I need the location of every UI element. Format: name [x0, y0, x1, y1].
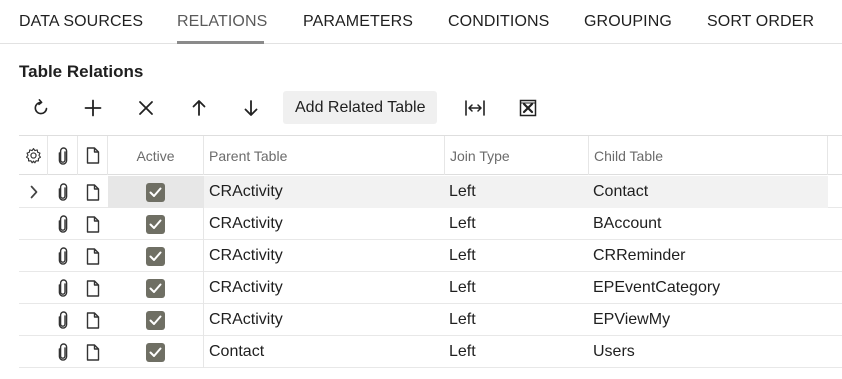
paperclip-icon [58, 146, 67, 165]
active-checkbox[interactable] [146, 278, 165, 298]
row-attachment-paperclip-icon[interactable] [48, 336, 78, 368]
add-related-table-button[interactable]: Add Related Table [283, 91, 438, 124]
tab-grouping[interactable]: GROUPING [584, 13, 672, 31]
table-row[interactable]: CRActivity Left CRReminder [19, 240, 842, 272]
arrow-up-icon [192, 100, 206, 116]
row-selector-chevron-icon[interactable] [19, 176, 49, 208]
table-row[interactable]: CRActivity Left BAccount [19, 208, 842, 240]
join-type-cell[interactable]: Left [449, 304, 476, 336]
toolbar: Add Related Table [0, 91, 842, 125]
active-checkbox[interactable] [146, 310, 165, 330]
table-row[interactable]: CRActivity Left Contact [19, 176, 842, 208]
active-cell [108, 272, 204, 304]
join-type-cell[interactable]: Left [449, 272, 476, 304]
child-table-cell[interactable]: Users [593, 336, 635, 368]
table-row[interactable]: Contact Left Users [19, 336, 842, 368]
row-attachment-paperclip-icon[interactable] [48, 240, 78, 272]
join-type-cell[interactable]: Left [449, 208, 476, 240]
join-type-cell[interactable]: Left [449, 240, 476, 272]
row-attachment-paperclip-icon[interactable] [48, 272, 78, 304]
active-cell [108, 336, 204, 368]
table-row[interactable]: CRActivity Left EPViewMy [19, 304, 842, 336]
join-type-cell[interactable]: Left [449, 176, 476, 208]
refresh-button[interactable] [24, 91, 58, 125]
export-excel-button[interactable] [511, 91, 545, 125]
excel-export-icon [519, 99, 537, 117]
row-attachment-paperclip-icon[interactable] [48, 304, 78, 336]
active-tab-indicator [177, 41, 264, 44]
active-checkbox[interactable] [146, 342, 165, 362]
active-checkbox[interactable] [146, 214, 165, 234]
section-title: Table Relations [19, 62, 144, 81]
join-type-cell[interactable]: Left [449, 336, 476, 368]
child-table-cell[interactable]: EPViewMy [593, 304, 670, 336]
tab-sort-order[interactable]: SORT ORDER [707, 13, 814, 31]
arrow-down-icon [244, 100, 258, 116]
parent-table-cell[interactable]: CRActivity [209, 240, 283, 272]
gear-icon [25, 147, 41, 164]
tab-conditions[interactable]: CONDITIONS [448, 13, 549, 31]
child-table-cell[interactable]: BAccount [593, 208, 661, 240]
active-checkbox[interactable] [146, 246, 165, 266]
move-up-button[interactable] [182, 91, 216, 125]
column-header-active[interactable]: Active [108, 136, 204, 175]
grid-header: Active Parent Table Join Type Child Tabl… [19, 135, 842, 175]
row-note-document-icon[interactable] [78, 240, 108, 272]
active-cell [108, 208, 204, 240]
row-note-document-icon[interactable] [78, 208, 108, 240]
child-table-cell[interactable]: EPEventCategory [593, 272, 720, 304]
fit-columns-button[interactable] [458, 91, 492, 125]
column-settings[interactable] [19, 136, 48, 175]
parent-table-cell[interactable]: CRActivity [209, 304, 283, 336]
add-related-table-label: Add Related Table [295, 98, 426, 116]
document-icon [86, 147, 99, 164]
close-icon [139, 101, 153, 115]
tab-data-sources[interactable]: DATA SOURCES [19, 13, 143, 31]
row-attachment-paperclip-icon[interactable] [48, 176, 78, 208]
parent-table-cell[interactable]: CRActivity [209, 176, 283, 208]
add-row-button[interactable] [76, 91, 110, 125]
plus-icon [84, 99, 102, 117]
active-cell [108, 240, 204, 272]
tab-parameters[interactable]: PARAMETERS [303, 13, 413, 31]
row-attachment-paperclip-icon[interactable] [48, 208, 78, 240]
column-attachments [48, 136, 78, 175]
column-notes [78, 136, 108, 175]
row-note-document-icon[interactable] [78, 304, 108, 336]
parent-table-cell[interactable]: CRActivity [209, 272, 283, 304]
tab-bar: DATA SOURCES RELATIONS PARAMETERS CONDIT… [0, 0, 842, 44]
parent-table-cell[interactable]: Contact [209, 336, 264, 368]
active-cell [108, 304, 204, 336]
row-note-document-icon[interactable] [78, 272, 108, 304]
row-note-document-icon[interactable] [78, 176, 108, 208]
column-header-child-table[interactable]: Child Table [589, 136, 828, 175]
table-row[interactable]: CRActivity Left EPEventCategory [19, 272, 842, 304]
tab-relations[interactable]: RELATIONS [177, 13, 267, 31]
move-down-button[interactable] [234, 91, 268, 125]
column-header-join-type[interactable]: Join Type [445, 136, 589, 175]
refresh-icon [34, 99, 48, 115]
fit-columns-icon [465, 100, 485, 116]
active-checkbox[interactable] [146, 182, 165, 202]
row-note-document-icon[interactable] [78, 336, 108, 368]
parent-table-cell[interactable]: CRActivity [209, 208, 283, 240]
child-table-cell[interactable]: Contact [593, 176, 648, 208]
delete-row-button[interactable] [129, 91, 163, 125]
child-table-cell[interactable]: CRReminder [593, 240, 685, 272]
active-cell [108, 176, 204, 208]
column-header-parent-table[interactable]: Parent Table [204, 136, 445, 175]
